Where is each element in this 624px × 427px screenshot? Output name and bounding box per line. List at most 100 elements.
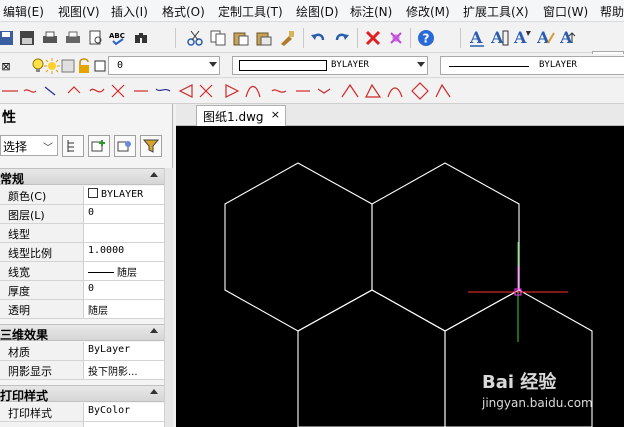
spellcheck-icon[interactable]: ABC <box>108 28 128 48</box>
menu-help[interactable]: 帮助 <box>600 3 624 20</box>
panel-scrollbar[interactable] <box>164 168 173 427</box>
lineweight-sample <box>88 272 114 273</box>
collapse-icon <box>150 389 158 394</box>
find-icon[interactable] <box>131 28 151 48</box>
property-label: 打印样式 <box>0 403 84 421</box>
property-row-linetype[interactable]: 线型 <box>0 224 164 243</box>
chevron-down-icon <box>417 62 425 67</box>
menu-edit[interactable]: 编辑(E) <box>3 3 44 20</box>
explode-icon[interactable] <box>386 28 406 48</box>
property-value-text: 随层 <box>117 268 137 279</box>
menu-format[interactable]: 格式(O) <box>162 3 205 20</box>
chevron-down-icon: ﹀ <box>43 143 53 154</box>
selection-combo[interactable]: 选择 ﹀ <box>0 135 58 156</box>
svg-text:A: A <box>560 29 573 47</box>
section-plot-style[interactable]: 打印样式 <box>0 385 164 403</box>
property-value <box>85 422 164 427</box>
text-style-icon[interactable]: A <box>513 28 533 48</box>
close-icon[interactable]: × <box>271 108 280 121</box>
match-properties-icon[interactable] <box>277 28 297 48</box>
delete-icon[interactable] <box>363 28 383 48</box>
copy-icon[interactable] <box>208 28 228 48</box>
property-row-material[interactable]: 材质 ByLayer <box>0 342 164 361</box>
property-row-ltscale[interactable]: 线型比例 1.0000 <box>0 243 164 262</box>
text-find-icon[interactable]: A <box>536 28 556 48</box>
property-label: 材质 <box>0 342 84 360</box>
cut-icon[interactable] <box>185 28 205 48</box>
print-preview-icon[interactable] <box>63 28 83 48</box>
toggle-pickadd-button[interactable] <box>62 135 84 157</box>
layer-color-icon[interactable] <box>90 56 110 76</box>
print-icon[interactable] <box>40 28 60 48</box>
watermark-url: jingyan.baidu.com <box>482 396 593 410</box>
help-icon[interactable]: ? <box>416 28 436 48</box>
property-value: 0 <box>88 283 95 294</box>
filter-icon <box>143 139 159 153</box>
color-combo-value: BYLAYER <box>331 60 369 70</box>
property-row-layer[interactable]: 图层(L) 0 <box>0 205 164 224</box>
quick-select-button[interactable] <box>114 135 136 157</box>
property-label: 透明 <box>0 300 84 318</box>
tab-drawing1[interactable]: 图纸1.dwg × <box>196 105 286 126</box>
text-icon[interactable]: A <box>467 28 487 48</box>
property-value-text: BYLAYER <box>101 189 144 200</box>
menu-view[interactable]: 视图(V) <box>58 3 100 20</box>
text-edit-icon[interactable]: A <box>490 28 510 48</box>
property-label: 线型比例 <box>0 243 84 261</box>
color-combo[interactable]: BYLAYER <box>232 56 428 75</box>
property-label: 线型 <box>0 224 84 242</box>
redo-icon[interactable] <box>332 28 352 48</box>
color-swatch <box>88 188 98 198</box>
text-scale-icon[interactable]: A <box>559 28 579 48</box>
linetype-combo[interactable]: BYLAYER <box>440 56 624 75</box>
property-label: 阴影显示 <box>0 361 84 379</box>
filter-button[interactable] <box>140 135 162 157</box>
draw-toolbar <box>0 79 624 104</box>
property-value: 随层 <box>85 262 164 280</box>
section-general-label: 常规 <box>0 172 25 186</box>
hexagon-2 <box>371 162 520 332</box>
publish-icon[interactable] <box>86 28 106 48</box>
menu-dimension[interactable]: 标注(N) <box>350 3 392 20</box>
menu-draw[interactable]: 绘图(D) <box>296 3 339 20</box>
save-icon[interactable] <box>0 28 16 48</box>
layer-manager-icon[interactable]: ⊠ <box>0 56 16 76</box>
property-row-color[interactable]: 颜色(C) BYLAYER <box>0 186 164 205</box>
property-row-plotstyle[interactable]: 打印样式 ByColor <box>0 403 164 422</box>
property-row-lineweight[interactable]: 线宽 随层 <box>0 262 164 281</box>
property-label: 颜色(C) <box>0 186 84 204</box>
menu-tools[interactable]: 定制工具(T) <box>218 3 283 20</box>
svg-text:A: A <box>537 29 550 47</box>
svg-text:A: A <box>491 29 504 47</box>
property-value: 随层 <box>88 306 108 317</box>
menu-modify[interactable]: 修改(M) <box>406 3 450 20</box>
menu-window[interactable]: 窗口(W) <box>543 3 588 20</box>
selection-combo-value: 选择 <box>3 140 28 154</box>
menu-insert[interactable]: 插入(I) <box>111 3 148 20</box>
property-row-transparency[interactable]: 透明 随层 <box>0 300 164 319</box>
property-label: 厚度 <box>0 281 84 299</box>
saveas-icon[interactable] <box>17 28 37 48</box>
section-plot-label: 打印样式 <box>0 389 49 403</box>
property-row-shadow[interactable]: 阴影显示 投下阴影... <box>0 361 164 380</box>
paste-icon[interactable] <box>231 28 251 48</box>
property-row-partial[interactable] <box>0 422 164 427</box>
svg-text:A: A <box>469 29 483 47</box>
layer-combo[interactable]: 0 <box>108 56 220 75</box>
linetype-combo-value: BYLAYER <box>539 60 577 70</box>
property-label <box>0 422 84 427</box>
collapse-icon <box>150 172 158 177</box>
linetype-sample <box>449 66 529 67</box>
crosshair-cursor <box>468 242 568 342</box>
paste-special-icon[interactable] <box>254 28 274 48</box>
select-objects-button[interactable] <box>88 135 110 157</box>
svg-text:?: ? <box>423 32 430 46</box>
undo-icon[interactable] <box>308 28 328 48</box>
section-3d-effects[interactable]: 三维效果 <box>0 324 164 342</box>
panel-title: 性 <box>2 110 16 126</box>
property-row-thickness[interactable]: 厚度 0 <box>0 281 164 300</box>
section-general[interactable]: 常规 <box>0 168 164 186</box>
draw-tools-strip[interactable] <box>0 79 456 103</box>
hexagon-3 <box>297 289 446 427</box>
menu-express[interactable]: 扩展工具(X) <box>463 3 529 20</box>
